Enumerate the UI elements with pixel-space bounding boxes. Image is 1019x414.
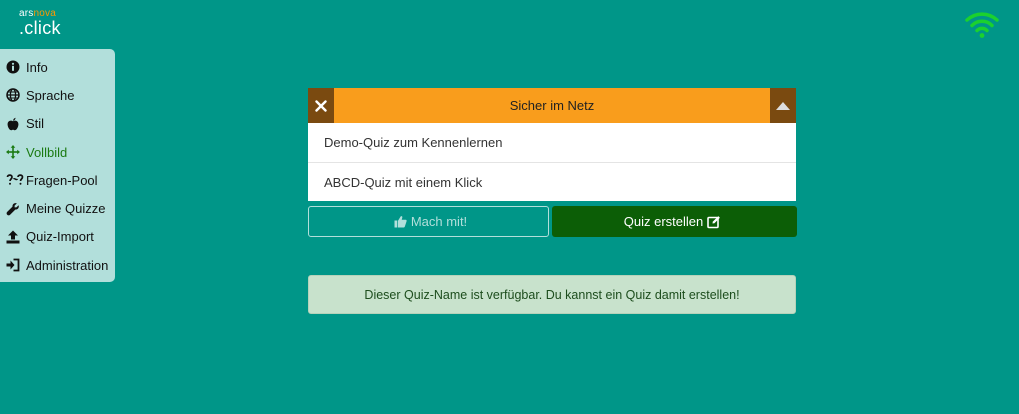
create-quiz-button[interactable]: Quiz erstellen	[552, 206, 797, 237]
sidebar-item-label: Meine Quizze	[26, 201, 106, 217]
upload-icon	[6, 230, 20, 244]
sidebar-item-sprache[interactable]: Sprache	[0, 81, 115, 109]
wifi-icon	[965, 12, 999, 38]
quiz-name-input[interactable]	[334, 88, 770, 123]
sidebar-item-label: Info	[26, 59, 48, 75]
globe-icon	[6, 88, 20, 103]
caret-up-icon	[776, 101, 790, 110]
wrench-icon	[6, 202, 20, 216]
availability-message: Dieser Quiz-Name ist verfügbar. Du kanns…	[308, 275, 796, 314]
suggestion-item-abcd-quiz[interactable]: ABCD-Quiz mit einem Klick	[308, 162, 796, 201]
sidebar-item-label: Quiz-Import	[26, 229, 94, 245]
sidebar-item-label: Stil	[26, 116, 45, 132]
thumbs-up-icon	[394, 215, 407, 228]
clear-button[interactable]	[308, 88, 334, 123]
suggestion-item-demo-quiz[interactable]: Demo-Quiz zum Kennenlernen	[308, 123, 796, 162]
close-icon	[315, 99, 327, 112]
create-quiz-button-label: Quiz erstellen	[623, 214, 704, 229]
sidebar-item-vollbild[interactable]: Vollbild	[0, 138, 115, 166]
sidebar-item-info[interactable]: Info	[0, 53, 115, 81]
sidebar-item-label: Vollbild	[26, 144, 68, 160]
sidebar-item-label: Sprache	[26, 87, 75, 103]
sidebar-item-meine-quizze[interactable]: Meine Quizze	[0, 194, 115, 222]
sidebar-item-stil[interactable]: Stil	[0, 110, 115, 138]
sidebar-item-label: Fragen-Pool	[26, 172, 98, 188]
app-logo[interactable]: arsnova .click	[19, 8, 61, 37]
apple-icon	[6, 117, 20, 131]
move-arrows-icon	[6, 145, 20, 160]
quiz-suggestions-dropdown: Demo-Quiz zum Kennenlernen ABCD-Quiz mit…	[308, 123, 796, 201]
join-button-label: Mach mit!	[410, 214, 468, 229]
quiz-name-bar	[308, 88, 796, 123]
sign-in-icon	[6, 258, 20, 272]
sidebar-item-fragen-pool[interactable]: Fragen-Pool	[0, 166, 115, 194]
sidebar-item-administration[interactable]: Administration	[0, 251, 115, 279]
sidebar-menu: Info Sprache Stil Vollbild Fragen-Pool M…	[0, 49, 115, 282]
question-pool-icon	[6, 173, 24, 187]
edit-icon	[707, 215, 721, 229]
sidebar-item-quiz-import[interactable]: Quiz-Import	[0, 223, 115, 251]
join-button[interactable]: Mach mit!	[308, 206, 549, 237]
suggestions-toggle-button[interactable]	[770, 88, 796, 123]
sidebar-item-label: Administration	[26, 257, 109, 273]
logo-bottom: .click	[19, 18, 61, 38]
info-icon	[6, 60, 20, 74]
